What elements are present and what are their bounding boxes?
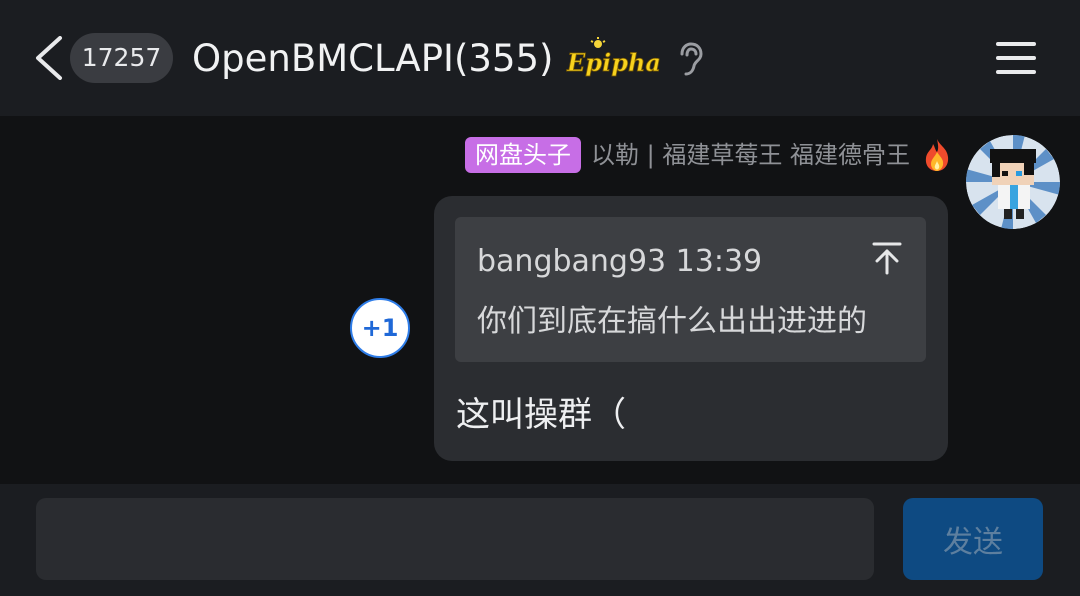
jump-to-quote-icon[interactable] [872, 241, 902, 275]
sender-title-badge: 网盘头子 [465, 137, 582, 173]
svg-text:Epiphany: Epiphany [566, 48, 661, 77]
ear-icon[interactable] [676, 42, 704, 76]
plus-one-reaction-button[interactable]: +1 [350, 298, 410, 358]
epiphany-logo: Epiphany [566, 37, 661, 77]
unread-count-badge[interactable]: 17257 [70, 33, 173, 83]
fire-icon [925, 139, 949, 171]
quoted-author-time: bangbang93 13:39 [477, 244, 763, 279]
avatar[interactable] [966, 135, 1060, 229]
message-input[interactable] [36, 498, 874, 580]
composer-bar: 发送 [0, 484, 1080, 596]
message-text: 这叫操群（ [456, 395, 626, 435]
message-bubble[interactable]: bangbang93 13:39 你们到底在搞什么出出进进的 这叫操群（ [434, 196, 948, 461]
send-button[interactable]: 发送 [903, 498, 1043, 580]
sender-line: 网盘头子 以勒 | 福建草莓王 福建德骨王 [465, 136, 954, 174]
quoted-message[interactable]: bangbang93 13:39 你们到底在搞什么出出进进的 [455, 217, 926, 362]
chat-header: 17257 OpenBMCLAPI(355) Epiphany [0, 0, 1080, 116]
chat-title: OpenBMCLAPI(355) [192, 37, 554, 80]
hamburger-menu-icon[interactable] [994, 40, 1038, 76]
sender-name[interactable]: 以勒 | 福建草莓王 福建德骨王 [591, 137, 910, 173]
avatar-image [966, 135, 1060, 229]
chevron-left-icon[interactable] [30, 36, 66, 80]
quoted-text: 你们到底在搞什么出出进进的 [477, 304, 867, 339]
